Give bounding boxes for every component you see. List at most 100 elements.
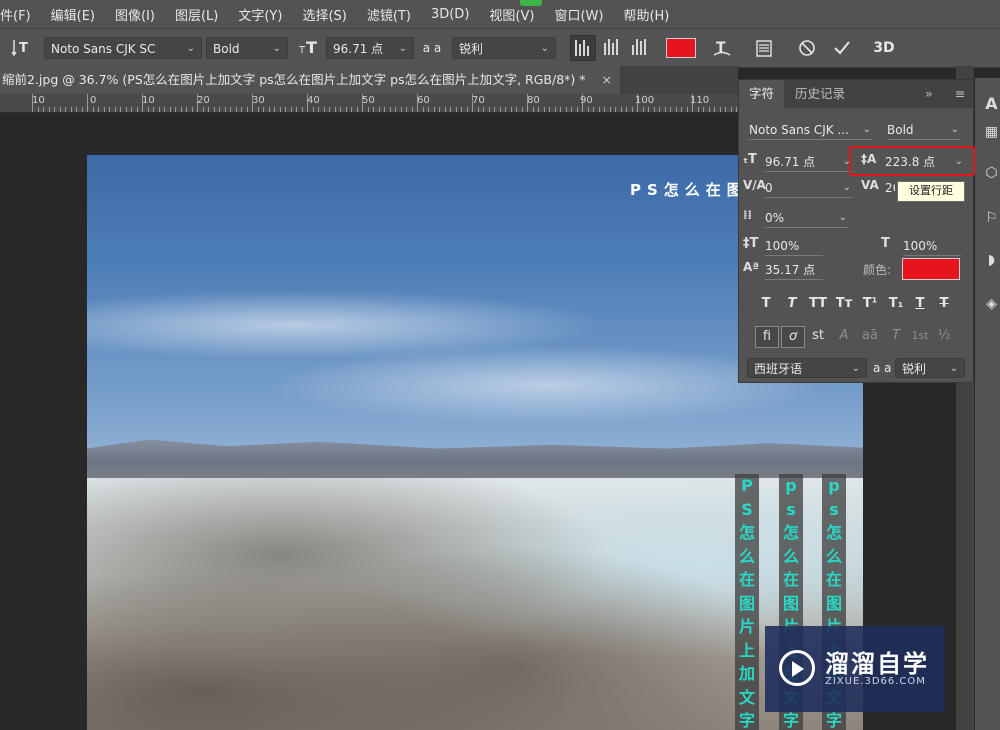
superscript-button[interactable]: T¹ [859,294,881,314]
3d-button[interactable]: 3D [870,38,898,58]
fractions-button[interactable]: ½ [933,326,955,346]
ruler-tick [730,107,732,112]
align-left-icon [575,40,591,56]
horizontal-text-layer[interactable]: PS怎么在图 [630,179,748,200]
small-caps-button[interactable]: Tт [833,294,855,314]
ruler-tick [274,107,275,112]
underline-button[interactable]: T [909,294,931,314]
font-family-select[interactable]: Noto Sans CJK SC ⌄ [44,37,202,59]
discretionary-ligatures-button[interactable]: ơ [781,326,805,348]
ruler-tick [290,107,292,112]
tracking-field[interactable]: 26 [885,178,895,198]
language-select[interactable]: 西班牙语 ⌄ [747,358,867,378]
horizontal-scale-field[interactable]: 100% [903,236,961,256]
tool-preset-icon[interactable]: ◗ [983,252,1000,268]
menu-filter[interactable]: 滤镜(T) [357,5,421,24]
swash-button[interactable]: A [833,326,855,346]
tab-history[interactable]: 历史记录 [785,80,855,108]
strikethrough-button[interactable]: T [933,294,955,314]
chevron-down-icon: ⌄ [398,43,407,54]
ordinals-button[interactable]: 1st [909,326,931,346]
ruler-tick [565,107,567,112]
type-orientation-icon[interactable]: T [10,38,32,58]
ruler-tick [378,107,380,112]
close-tab-icon[interactable]: × [602,66,612,94]
warp-text-icon[interactable]: T [710,38,734,58]
stylistic-alternates-button[interactable]: aā [859,326,881,346]
panel-antialias-select[interactable]: 锐利 ⌄ [895,358,965,378]
ligatures-button[interactable]: ﬁ [755,326,779,348]
antialias-select[interactable]: 锐利 ⌄ [452,37,556,59]
menu-select[interactable]: 选择(S) [292,5,356,24]
menu-layer[interactable]: 图层(L) [165,5,228,24]
ruler-tick [384,107,385,112]
ruler-tick [428,107,429,112]
ruler-tick [54,107,55,112]
ruler-tick [345,107,347,112]
all-caps-button[interactable]: TT [807,294,829,314]
svg-text:T: T [306,38,317,56]
font-size-select[interactable]: 96.71 点 ⌄ [326,37,414,59]
font-style-value: Bold [213,42,240,56]
align-right-button[interactable] [628,35,652,61]
font-style-select[interactable]: Bold ⌄ [206,37,288,59]
ruler-tick [180,107,182,112]
panel-color-swatch[interactable] [902,258,960,280]
ruler-tick [433,107,435,112]
3d-panel-icon[interactable]: ⬡ [983,165,1000,181]
align-center-button[interactable] [600,35,624,61]
tab-character[interactable]: 字符 [739,80,785,108]
menu-3d[interactable]: 3D(D) [421,7,479,22]
character-panel-icon[interactable]: A [983,94,1000,113]
panel-menu-icon[interactable]: ≡ [951,80,969,108]
menu-edit[interactable]: 编辑(E) [41,5,105,24]
panel-font-size-field[interactable]: 96.71 点 ⌄ [765,152,853,172]
collapse-icon[interactable]: » [921,80,937,108]
menu-help[interactable]: 帮助(H) [613,5,679,24]
cancel-icon[interactable] [795,38,819,58]
baseline-shift-field[interactable]: 35.17 点 [765,260,823,280]
ruler-tick [356,107,358,112]
ruler-tick [466,107,468,112]
commit-check-icon[interactable] [830,38,854,58]
ruler-tick [312,107,314,112]
menu-view[interactable]: 视图(V) [479,5,544,24]
panel-font-style-select[interactable]: Bold ⌄ [887,120,961,140]
document-tab[interactable]: 缩前2.jpg @ 36.7% (PS怎么在图片上加文字 ps怎么在图片上加文字… [0,66,620,94]
text-color-swatch[interactable] [666,38,696,58]
svg-text:T: T [299,45,306,56]
font-size-value: 96.71 点 [333,42,384,56]
menu-image[interactable]: 图像(I) [105,5,165,24]
tsume-field[interactable]: 0% ⌄ [765,208,849,228]
subscript-button[interactable]: T₁ [885,294,907,314]
ruler-tick [708,107,710,112]
faux-italic-button[interactable]: T [781,294,803,314]
vertical-text-char: P [741,476,753,495]
panel-font-family-select[interactable]: Noto Sans CJK ... ⌄ [749,120,873,140]
ruler-tick [620,107,622,112]
vertical-text-char: 字 [825,711,842,730]
brush-icon[interactable]: ⚐ [983,210,1000,226]
align-left-button[interactable] [570,35,596,61]
vertical-text-char: 片 [738,617,755,636]
ruler-tick [604,107,605,112]
kerning-field[interactable]: 0 ⌄ [765,178,853,198]
vertical-text-char: s [786,499,796,519]
horizontal-scale-icon: T [881,236,890,251]
cube-icon[interactable]: ◈ [983,296,1000,312]
faux-bold-button[interactable]: T [755,294,777,314]
vertical-scale-field[interactable]: 100% [765,236,823,256]
contextual-alternates-button[interactable]: st [807,326,829,346]
ruler-tick [98,107,99,112]
vertical-text-char: 上 [738,640,755,660]
menu-window[interactable]: 窗口(W) [544,5,613,24]
titling-alternates-button[interactable]: T [885,326,907,346]
watermark-title: 溜溜自学 [825,650,929,678]
menu-type[interactable]: 文字(Y) [228,5,292,24]
vertical-text-char: 字 [782,711,799,730]
menu-file[interactable]: 件(F) [0,5,41,24]
paragraph-panel-icon[interactable]: ▦ [983,124,1000,140]
vertical-text-layer-1[interactable]: PS怎么在图片上加文字 [735,474,759,730]
panels-icon[interactable] [752,38,776,58]
ruler-tick [703,107,704,112]
